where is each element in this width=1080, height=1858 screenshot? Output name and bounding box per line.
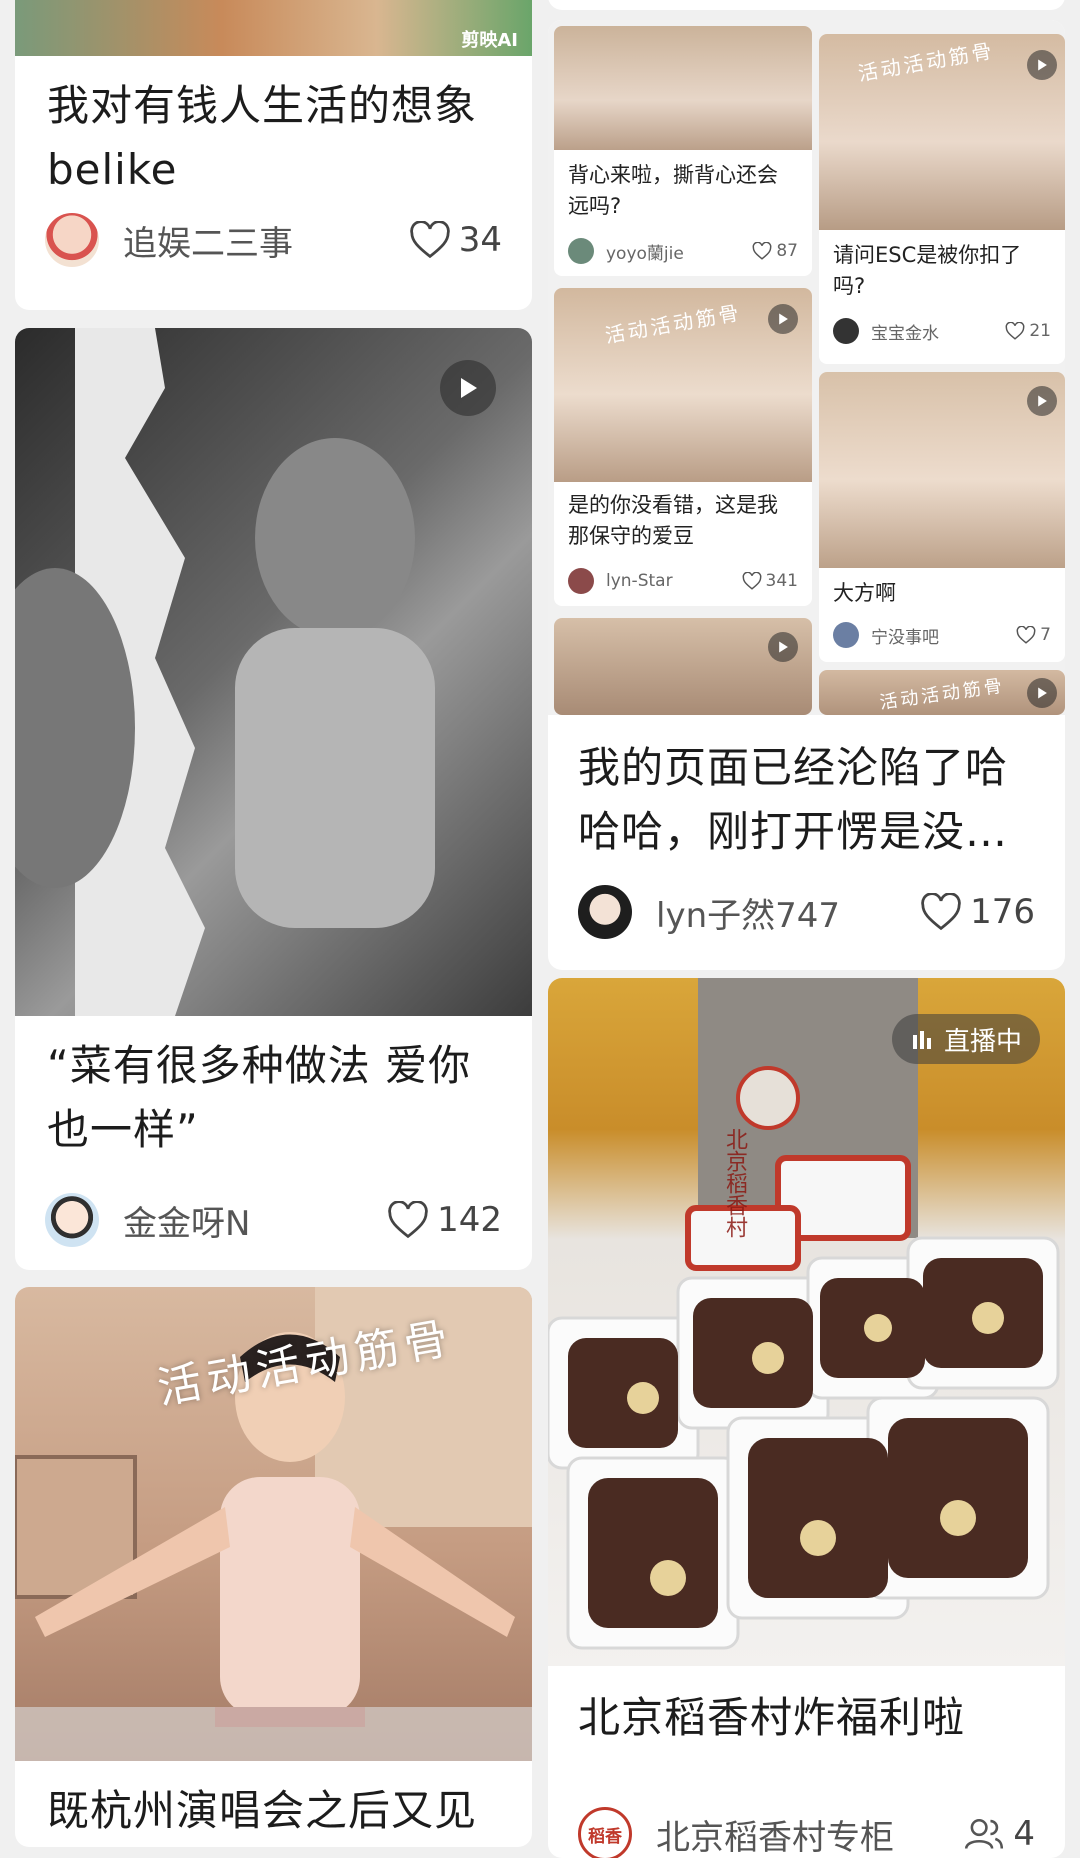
mini-meta: 宝宝金水 21 [833, 316, 1051, 346]
card-thumbnail[interactable]: 剪映AI [15, 0, 532, 56]
mini-meta: lyn-Star 341 [568, 566, 798, 596]
author-avatar[interactable] [45, 1193, 99, 1247]
author-avatar[interactable] [578, 885, 632, 939]
heart-icon [920, 893, 962, 931]
heart-icon [1005, 322, 1025, 340]
mini-avatar [568, 568, 594, 594]
heart-icon [742, 572, 762, 590]
mini-thumbnail [554, 618, 812, 715]
heart-icon [387, 1201, 429, 1239]
image-caption: 剪映AI [461, 26, 518, 52]
viewer-count: 4 [963, 1814, 1035, 1854]
play-icon[interactable] [768, 632, 798, 662]
mini-meta: yoyo蘭jie 87 [568, 236, 798, 266]
author-name[interactable]: 北京稻香村专柜 [656, 1810, 963, 1858]
card-meta: 稻香 北京稻香村专柜 4 [578, 1806, 1035, 1858]
heart-icon [409, 221, 451, 259]
mini-thumbnail [819, 372, 1065, 568]
shop-avatar[interactable]: 稻香 [578, 1807, 632, 1858]
feed-card-live-daoxiangcun[interactable]: 北京稻香村 北京稻香村炸福利啦 稻香 北京稻香村专柜 4 [548, 978, 1065, 1858]
card-title[interactable]: “菜有很多种做法 爱你也一样” [47, 1034, 507, 1162]
live-stream-thumbnail[interactable]: 北京稻香村 [548, 978, 1065, 1666]
live-cover-art [548, 978, 1065, 1666]
heart-icon [1016, 626, 1036, 644]
card-meta: 追娱二三事 34 [45, 212, 502, 268]
mini-avatar [833, 622, 859, 648]
mini-overlay-text: 活动活动筋骨 [878, 671, 1006, 714]
card-title[interactable]: 我对有钱人生活的想象belike [47, 74, 507, 202]
mini-post[interactable]: 活动活动筋骨 请问ESC是被你扣了吗? 宝宝金水 21 [819, 34, 1065, 364]
mini-author: 宁没事吧 [871, 623, 1016, 648]
like-count: 176 [970, 892, 1035, 932]
mini-like-count: 7 [1040, 625, 1051, 645]
viewers-icon [963, 1815, 1005, 1853]
mini-title: 请问ESC是被你扣了吗? [833, 240, 1051, 302]
heart-icon [752, 242, 772, 260]
mini-post[interactable] [554, 618, 812, 715]
mini-likes: 87 [752, 241, 798, 261]
card-meta: lyn子然747 176 [578, 884, 1035, 940]
card-title[interactable]: 既杭州演唱会之后又见 [47, 1779, 527, 1843]
mini-like-count: 87 [776, 241, 798, 261]
mini-thumbnail: 活动活动筋骨 [554, 288, 812, 482]
mini-author: 宝宝金水 [871, 319, 1005, 344]
mini-avatar [833, 318, 859, 344]
live-badge: 直播中 [892, 1014, 1040, 1064]
like-button[interactable]: 176 [920, 892, 1035, 932]
card-thumbnail[interactable]: 活动活动筋骨 [15, 1287, 532, 1761]
mini-thumbnail [554, 26, 812, 150]
mini-author: yoyo蘭jie [606, 239, 752, 264]
mini-post[interactable]: 活动活动筋骨 [819, 670, 1065, 715]
feed-card-previous[interactable] [548, 0, 1065, 10]
card-meta: 金金呀N 142 [45, 1192, 502, 1248]
mini-avatar [568, 238, 594, 264]
feed-card-rich-life[interactable]: 剪映AI 我对有钱人生活的想象belike 追娱二三事 34 [15, 0, 532, 310]
play-icon[interactable] [768, 304, 798, 334]
mini-author: lyn-Star [606, 571, 742, 591]
author-name[interactable]: 金金呀N [123, 1196, 387, 1245]
feed-card-hangzhou-concert[interactable]: 活动活动筋骨 既杭州演唱会之后又见 [15, 1287, 532, 1847]
mini-like-count: 341 [766, 571, 798, 591]
mini-meta: 宁没事吧 7 [833, 620, 1051, 650]
like-button[interactable]: 34 [409, 220, 502, 260]
mini-thumbnail: 活动活动筋骨 [819, 670, 1065, 715]
mini-likes: 341 [742, 571, 798, 591]
mini-overlay-text: 活动活动筋骨 [856, 34, 997, 87]
card-thumbnail[interactable]: 背心来啦，撕背心还会远吗? yoyo蘭jie 87 活动活动筋骨 请问ESC是被… [548, 20, 1065, 715]
card-title[interactable]: 我的页面已经沦陷了哈哈哈，刚打开愣是没… [578, 736, 1048, 864]
mini-post[interactable]: 背心来啦，撕背心还会远吗? yoyo蘭jie 87 [554, 26, 812, 276]
apron-logo-text: 北京稻香村 [718, 1128, 750, 1238]
feed-card-page-taken-over[interactable]: 背心来啦，撕背心还会远吗? yoyo蘭jie 87 活动活动筋骨 请问ESC是被… [548, 20, 1065, 970]
author-avatar[interactable] [45, 213, 99, 267]
video-cover-art [15, 328, 532, 1016]
shop-avatar-text: 稻香 [588, 1822, 622, 1847]
mini-post[interactable]: 大方啊 宁没事吧 7 [819, 372, 1065, 662]
live-badge-text: 直播中 [944, 1021, 1022, 1058]
like-count: 34 [459, 220, 502, 260]
author-name[interactable]: lyn子然747 [656, 888, 920, 937]
feed-card-cooking-quote[interactable]: “菜有很多种做法 爱你也一样” 金金呀N 142 [15, 328, 532, 1270]
mini-likes: 21 [1005, 321, 1051, 341]
card-title[interactable]: 北京稻香村炸福利啦 [578, 1686, 1048, 1750]
live-bars-icon [910, 1027, 934, 1051]
like-button[interactable]: 142 [387, 1200, 502, 1240]
mini-post[interactable]: 活动活动筋骨 是的你没看错，这是我那保守的爱豆 lyn-Star 341 [554, 288, 812, 606]
mini-title: 背心来啦，撕背心还会远吗? [568, 160, 798, 222]
card-thumbnail[interactable] [15, 328, 532, 1016]
play-icon[interactable] [1027, 386, 1057, 416]
play-icon[interactable] [1027, 678, 1057, 708]
mini-title: 是的你没看错，这是我那保守的爱豆 [568, 490, 798, 552]
viewer-count-number: 4 [1013, 1814, 1035, 1854]
play-icon[interactable] [440, 360, 496, 416]
mini-likes: 7 [1016, 625, 1051, 645]
mini-title: 大方啊 [833, 578, 1051, 609]
play-icon[interactable] [1027, 50, 1057, 80]
mini-like-count: 21 [1029, 321, 1051, 341]
mini-overlay-text: 活动活动筋骨 [603, 296, 744, 349]
like-count: 142 [437, 1200, 502, 1240]
author-name[interactable]: 追娱二三事 [123, 216, 409, 265]
mini-thumbnail: 活动活动筋骨 [819, 34, 1065, 230]
